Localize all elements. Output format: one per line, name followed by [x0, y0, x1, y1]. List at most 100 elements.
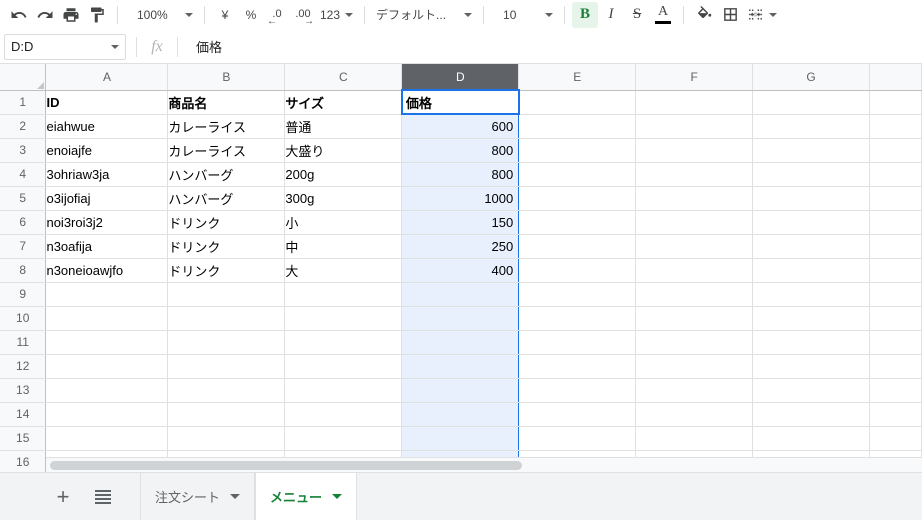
cell-F6[interactable] — [635, 210, 754, 235]
cell-G2[interactable] — [752, 114, 870, 139]
cell-G15[interactable] — [752, 426, 870, 451]
cell-G1[interactable] — [752, 90, 870, 115]
cell-F7[interactable] — [635, 234, 754, 259]
cell-D9[interactable] — [401, 282, 520, 307]
cell-B10[interactable] — [167, 306, 286, 331]
cell-A1[interactable]: ID — [45, 90, 169, 115]
cell-G6[interactable] — [752, 210, 870, 235]
cell-E8[interactable] — [518, 258, 637, 283]
cell-B4[interactable]: ハンバーグ — [167, 162, 286, 187]
borders-icon[interactable] — [717, 2, 743, 28]
cell-D4[interactable]: 800 — [401, 162, 520, 187]
cell-A3[interactable]: enoiajfe — [45, 138, 169, 163]
select-all-corner[interactable] — [0, 64, 47, 91]
cell-E7[interactable] — [518, 234, 637, 259]
row-header-5[interactable]: 5 — [0, 186, 47, 211]
cell-E14[interactable] — [518, 402, 637, 427]
cell-A13[interactable] — [45, 378, 169, 403]
cell-E15[interactable] — [518, 426, 637, 451]
cell-D5[interactable]: 1000 — [401, 186, 520, 211]
number-format-selector[interactable]: 123 — [316, 2, 357, 28]
cell-C10[interactable] — [284, 306, 403, 331]
cell-D7[interactable]: 250 — [401, 234, 520, 259]
cell-F12[interactable] — [635, 354, 754, 379]
cell-F15[interactable] — [635, 426, 754, 451]
cell-D14[interactable] — [401, 402, 520, 427]
cell-X5[interactable] — [869, 186, 922, 211]
cell-X9[interactable] — [869, 282, 922, 307]
row-header-16[interactable]: 16 — [0, 450, 47, 472]
horizontal-scrollbar[interactable] — [46, 457, 922, 472]
cell-X6[interactable] — [869, 210, 922, 235]
cell-G12[interactable] — [752, 354, 870, 379]
row-header-3[interactable]: 3 — [0, 138, 47, 163]
cell-C5[interactable]: 300g — [284, 186, 403, 211]
cell-E1[interactable] — [518, 90, 637, 115]
cell-X11[interactable] — [869, 330, 922, 355]
cell-D2[interactable]: 600 — [401, 114, 520, 139]
cell-D8[interactable]: 400 — [401, 258, 520, 283]
cell-G13[interactable] — [752, 378, 870, 403]
cell-F8[interactable] — [635, 258, 754, 283]
merge-cells-button[interactable] — [743, 2, 781, 28]
column-header-F[interactable]: F — [635, 64, 754, 91]
cell-G11[interactable] — [752, 330, 870, 355]
cell-F9[interactable] — [635, 282, 754, 307]
cell-B9[interactable] — [167, 282, 286, 307]
cell-B15[interactable] — [167, 426, 286, 451]
column-header-A[interactable]: A — [45, 64, 169, 91]
cell-B11[interactable] — [167, 330, 286, 355]
cell-F11[interactable] — [635, 330, 754, 355]
cell-F13[interactable] — [635, 378, 754, 403]
cell-C2[interactable]: 普通 — [284, 114, 403, 139]
cell-X10[interactable] — [869, 306, 922, 331]
cell-C7[interactable]: 中 — [284, 234, 403, 259]
cell-D3[interactable]: 800 — [401, 138, 520, 163]
cell-X8[interactable] — [869, 258, 922, 283]
cell-A15[interactable] — [45, 426, 169, 451]
cell-G9[interactable] — [752, 282, 870, 307]
chevron-down-icon[interactable] — [332, 494, 343, 499]
zoom-selector[interactable]: 100% — [125, 2, 197, 28]
cell-C11[interactable] — [284, 330, 403, 355]
sheet-tab-active[interactable]: メニュー — [255, 473, 358, 520]
cell-A4[interactable]: 3ohriaw3ja — [45, 162, 169, 187]
sheet-tab[interactable]: 注文シート — [140, 473, 256, 520]
font-family-selector[interactable]: デフォルト... — [372, 2, 476, 28]
cell-X7[interactable] — [869, 234, 922, 259]
cell-A9[interactable] — [45, 282, 169, 307]
column-header-G[interactable]: G — [752, 64, 870, 91]
cell-C3[interactable]: 大盛り — [284, 138, 403, 163]
cell-A2[interactable]: eiahwue — [45, 114, 169, 139]
increase-decimal-button[interactable]: .00 → — [290, 2, 316, 28]
cell-G4[interactable] — [752, 162, 870, 187]
row-header-7[interactable]: 7 — [0, 234, 47, 259]
add-sheet-button[interactable]: + — [48, 482, 78, 512]
cell-F10[interactable] — [635, 306, 754, 331]
row-header-1[interactable]: 1 — [0, 90, 47, 115]
cell-C13[interactable] — [284, 378, 403, 403]
cell-D10[interactable] — [401, 306, 520, 331]
row-header-9[interactable]: 9 — [0, 282, 47, 307]
cell-X3[interactable] — [869, 138, 922, 163]
cell-B1[interactable]: 商品名 — [167, 90, 286, 115]
all-sheets-button[interactable] — [88, 482, 118, 512]
name-box[interactable]: D:D — [4, 33, 126, 60]
cell-C4[interactable]: 200g — [284, 162, 403, 187]
cell-E6[interactable] — [518, 210, 637, 235]
cell-B14[interactable] — [167, 402, 286, 427]
cell-C8[interactable]: 大 — [284, 258, 403, 283]
cell-A5[interactable]: o3ijofiaj — [45, 186, 169, 211]
cell-X2[interactable] — [869, 114, 922, 139]
column-header-C[interactable]: C — [284, 64, 403, 91]
cell-B8[interactable]: ドリンク — [167, 258, 286, 283]
row-header-2[interactable]: 2 — [0, 114, 47, 139]
formula-input[interactable]: 価格 — [188, 37, 922, 56]
cell-E13[interactable] — [518, 378, 637, 403]
cell-D13[interactable] — [401, 378, 520, 403]
cell-D1[interactable]: 価格 — [400, 89, 520, 115]
row-header-15[interactable]: 15 — [0, 426, 47, 451]
cell-B6[interactable]: ドリンク — [167, 210, 286, 235]
cell-G5[interactable] — [752, 186, 870, 211]
row-header-10[interactable]: 10 — [0, 306, 47, 331]
